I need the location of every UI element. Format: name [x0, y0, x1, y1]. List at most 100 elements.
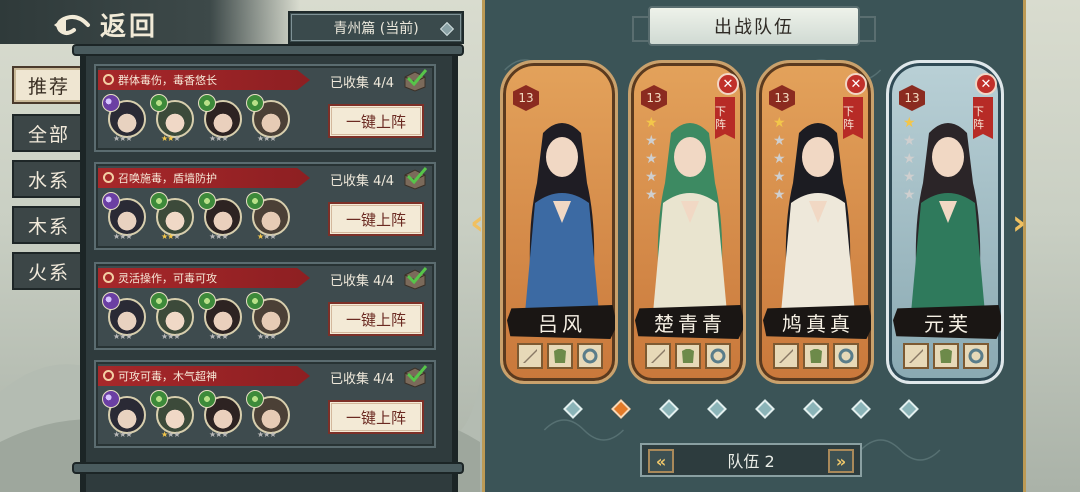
team-page-dot[interactable]	[659, 399, 679, 419]
star-icon: ★	[269, 430, 276, 439]
next-arrow-icon[interactable]: ›	[1012, 206, 1034, 242]
tab-fire[interactable]: 火系	[12, 252, 86, 290]
star-icon: ★	[173, 134, 180, 143]
accessory-icon[interactable]	[577, 343, 603, 369]
hero-avatar[interactable]: ★★★	[150, 390, 196, 439]
accessory-icon[interactable]	[963, 343, 989, 369]
wood-element-icon	[246, 94, 264, 112]
team-recommend-card[interactable]: 灵活操作，可毒可攻 已收集 4/4 ★★★ ★★★ ★★★ ★★★ 一键上阵	[94, 262, 436, 350]
ribbon-label: 下阵	[715, 105, 726, 131]
weapon-icon[interactable]	[645, 343, 671, 369]
tab-label: 全部	[27, 123, 70, 146]
armor-icon[interactable]	[803, 343, 829, 369]
wood-element-icon	[198, 292, 216, 310]
equipment-slots	[773, 343, 859, 369]
diamond-icon	[439, 21, 455, 37]
ribbon-label: 下阵	[973, 105, 984, 131]
yin-yang-element-icon	[102, 390, 120, 408]
hero-avatar[interactable]: ★★★	[102, 292, 148, 341]
star-icon: ★	[221, 430, 228, 439]
armor-icon[interactable]	[675, 343, 701, 369]
hero-avatar[interactable]: ★★★	[198, 292, 244, 341]
team-page-dot[interactable]	[563, 399, 583, 419]
team-page-dot[interactable]	[899, 399, 919, 419]
star-rating: ★★★	[161, 232, 181, 241]
wood-element-icon	[198, 94, 216, 112]
hero-avatar[interactable]: ★★★	[150, 94, 196, 143]
accessory-icon[interactable]	[705, 343, 731, 369]
hero-avatar[interactable]: ★★★	[150, 192, 196, 241]
prev-arrow-icon[interactable]: ‹	[470, 206, 492, 242]
accessory-icon[interactable]	[833, 343, 859, 369]
remove-button[interactable]: ✕	[975, 73, 997, 95]
star-icon: ★	[269, 134, 276, 143]
weapon-icon[interactable]	[517, 343, 543, 369]
hero-avatar[interactable]: ★★★	[198, 390, 244, 439]
scroll-rod-top	[72, 44, 464, 56]
tagline-text: 可攻可毒，木气超神	[118, 370, 217, 383]
remove-button[interactable]: ✕	[717, 73, 739, 95]
collected-count: 已收集 4/4	[330, 174, 395, 189]
tab-all[interactable]: 全部	[12, 114, 86, 152]
star-icon: ★	[125, 232, 132, 241]
star-rating: ★★★	[161, 430, 181, 439]
magnifier-icon	[103, 370, 114, 381]
weapon-icon[interactable]	[773, 343, 799, 369]
star-rating: ★★★	[257, 134, 277, 143]
team-next-button[interactable]: »	[828, 449, 854, 473]
hero-avatar[interactable]: ★★★	[246, 292, 292, 341]
team-page-dot[interactable]	[707, 399, 727, 419]
team-prev-button[interactable]: «	[648, 449, 674, 473]
tab-water[interactable]: 水系	[12, 160, 86, 198]
hero-avatar[interactable]: ★★★	[246, 390, 292, 439]
tab-label: 水系	[27, 169, 70, 192]
team-recommend-card[interactable]: 可攻可毒，木气超神 已收集 4/4 ★★★ ★★★ ★★★ ★★★ 一键上阵	[94, 360, 436, 448]
team-member-card[interactable]: 13 ★ ★ ★ ★ ★ ✕ 下阵 楚青青	[628, 60, 746, 384]
armor-icon[interactable]	[547, 343, 573, 369]
one-click-deploy-button[interactable]: 一键上阵	[328, 400, 424, 434]
tagline-text: 群体毒伤，毒香悠长	[118, 74, 217, 87]
hero-avatar[interactable]: ★★★	[102, 192, 148, 241]
one-click-deploy-button[interactable]: 一键上阵	[328, 202, 424, 236]
hero-avatar[interactable]: ★★★	[102, 94, 148, 143]
hero-avatar[interactable]: ★★★	[246, 192, 292, 241]
team-selector: « 队伍 2 »	[640, 443, 862, 477]
tab-recommend[interactable]: 推荐	[12, 66, 86, 104]
team-recommend-card[interactable]: 召唤施毒，盾墙防护 已收集 4/4 ★★★ ★★★ ★★★ ★★★ 一键上阵	[94, 162, 436, 250]
hero-avatar[interactable]: ★★★	[198, 94, 244, 143]
tab-wood[interactable]: 木系	[12, 206, 86, 244]
team-page-dot[interactable]	[803, 399, 823, 419]
star-rating: ★★★	[257, 430, 277, 439]
team-page-dot[interactable]	[755, 399, 775, 419]
one-click-deploy-button[interactable]: 一键上阵	[328, 302, 424, 336]
team-member-card[interactable]: 13 ★ ★ ★ ★ ★ ✕ 下阵 鸠真真	[756, 60, 874, 384]
team-recommend-card[interactable]: 群体毒伤，毒香悠长 已收集 4/4 ★★★ ★★★ ★★★ ★★★ 一键上阵	[94, 64, 436, 152]
armor-icon[interactable]	[933, 343, 959, 369]
unequip-ribbon[interactable]: 下阵	[973, 97, 993, 139]
hero-avatar[interactable]: ★★★	[198, 192, 244, 241]
hero-avatar[interactable]: ★★★	[102, 390, 148, 439]
team-member-card[interactable]: 13 吕风	[500, 60, 618, 384]
hero-avatar[interactable]: ★★★	[150, 292, 196, 341]
weapon-icon[interactable]	[903, 343, 929, 369]
remove-button[interactable]: ✕	[845, 73, 867, 95]
star-rating: ★★★	[209, 332, 229, 341]
team-selector-label: 队伍 2	[727, 452, 775, 471]
wood-element-icon	[150, 390, 168, 408]
chapter-selector[interactable]: 青州篇 (当前)	[288, 11, 464, 44]
unequip-ribbon[interactable]: 下阵	[843, 97, 863, 139]
tab-label: 火系	[27, 261, 70, 284]
one-click-deploy-button[interactable]: 一键上阵	[328, 104, 424, 138]
team-page-dot[interactable]	[851, 399, 871, 419]
star-rating: ★★★	[161, 134, 181, 143]
team-member-card[interactable]: 13 ★ ★ ★ ★ ★ ✕ 下阵 元芙	[886, 60, 1004, 384]
checkbox-icon	[404, 267, 428, 290]
star-rating: ★★★	[257, 232, 277, 241]
team-page-dot[interactable]	[611, 399, 631, 419]
wood-element-icon	[246, 292, 264, 310]
hero-portrait	[781, 123, 855, 313]
unequip-ribbon[interactable]: 下阵	[715, 97, 735, 139]
hero-avatar[interactable]: ★★★	[246, 94, 292, 143]
tagline: 召唤施毒，盾墙防护	[98, 168, 310, 188]
back-button[interactable]: 返回	[52, 6, 158, 43]
